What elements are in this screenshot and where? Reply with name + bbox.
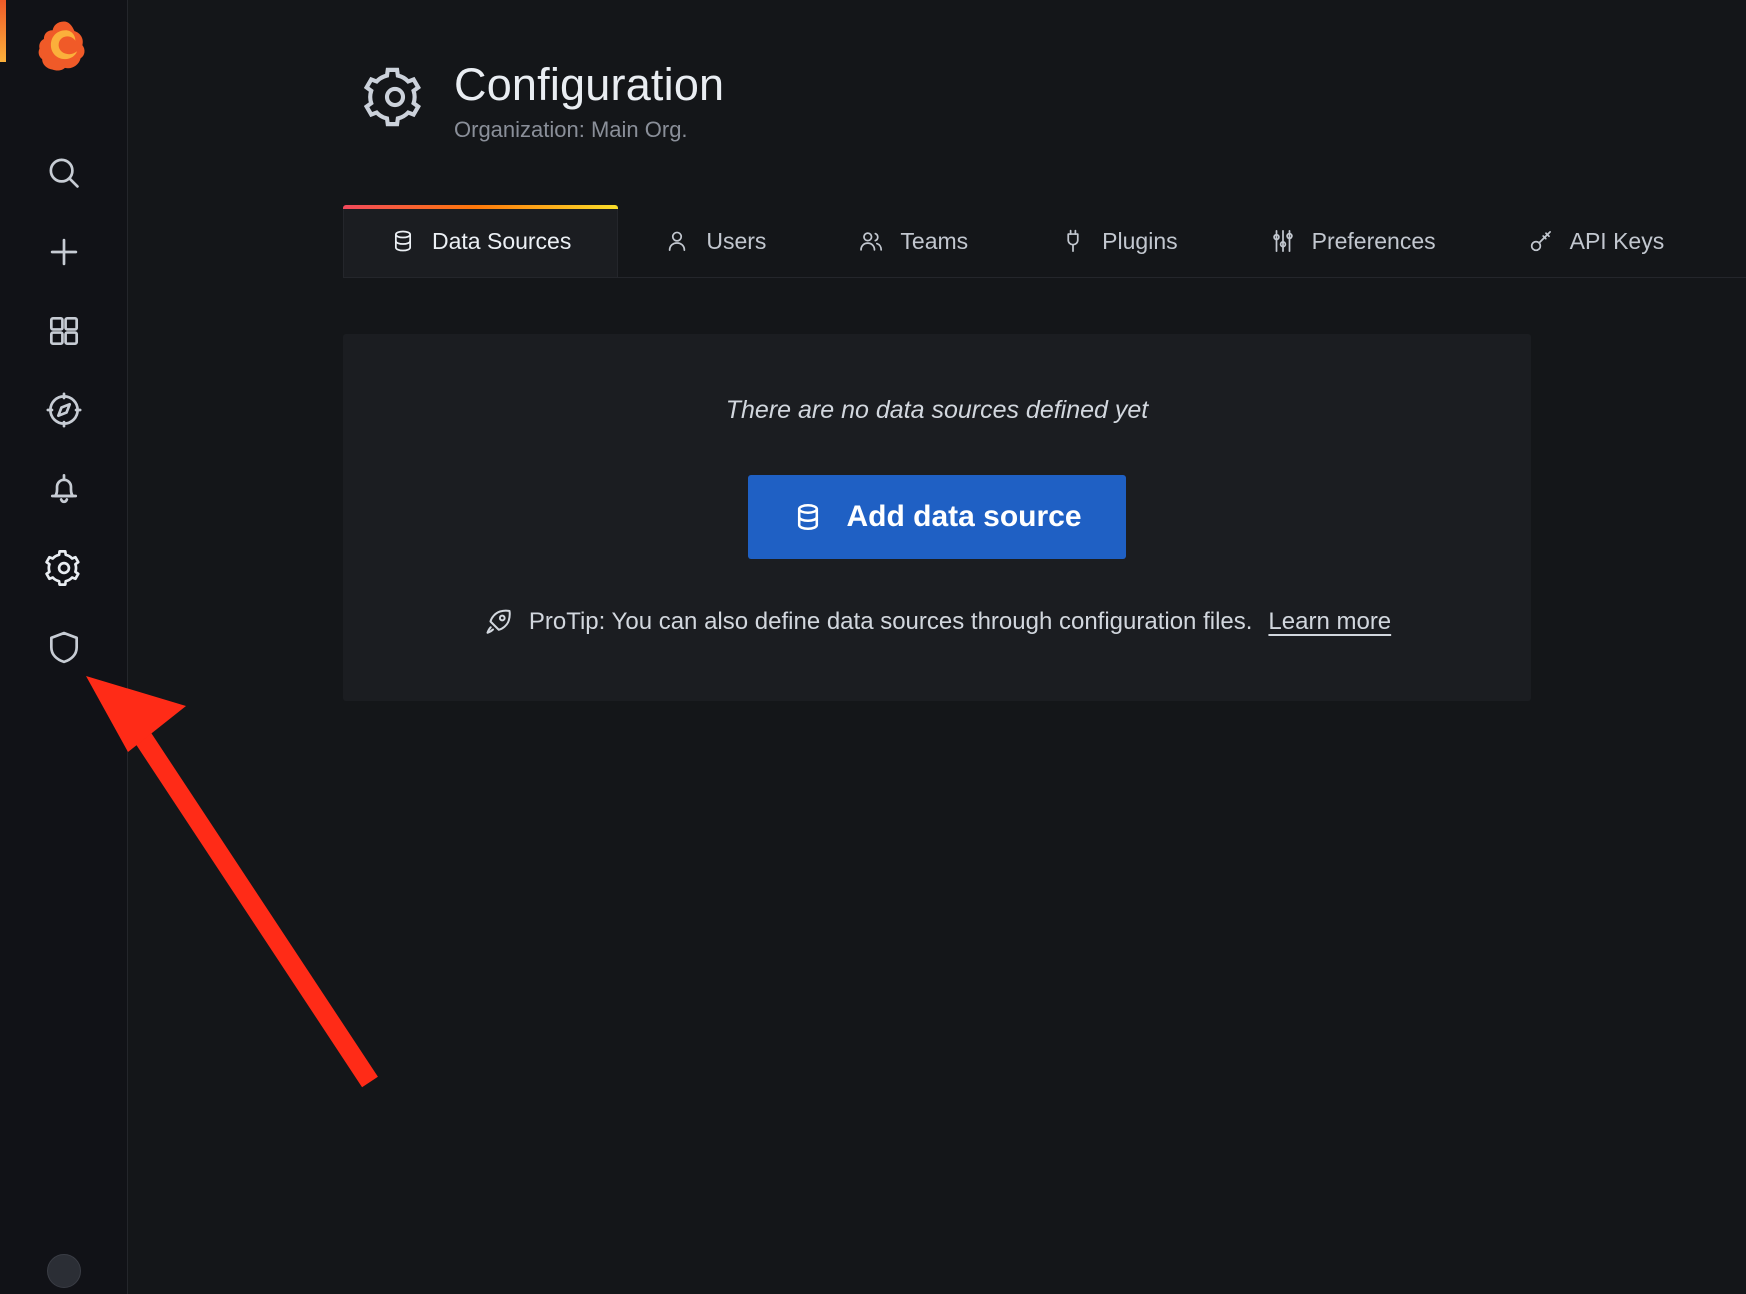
page-subtitle: Organization: Main Org.	[454, 117, 688, 143]
sidebar-item-search[interactable]	[0, 154, 128, 192]
dashboards-grid-icon	[45, 312, 83, 350]
key-icon	[1528, 228, 1554, 254]
user-icon	[664, 228, 690, 254]
data-sources-empty-panel: There are no data sources defined yet Ad…	[343, 334, 1531, 701]
sliders-icon	[1270, 228, 1296, 254]
rocket-icon	[483, 607, 513, 637]
sidebar-profile[interactable]	[0, 1254, 128, 1288]
tab-preferences[interactable]: Preferences	[1224, 205, 1482, 277]
add-data-source-button[interactable]: Add data source	[748, 475, 1126, 559]
page-header: Configuration Organization: Main Org.	[128, 0, 1746, 206]
tab-label: Data Sources	[432, 227, 572, 254]
tab-label: Plugins	[1102, 227, 1178, 254]
shield-icon	[45, 628, 83, 666]
bell-icon	[45, 470, 83, 508]
sidebar-accent-bar	[0, 0, 6, 62]
plug-icon	[1060, 228, 1086, 254]
sidebar-item-configuration[interactable]	[0, 549, 128, 587]
tab-teams[interactable]: Teams	[812, 205, 1014, 277]
sidebar-nav-items	[0, 154, 127, 666]
grafana-logo-button[interactable]	[0, 0, 128, 92]
add-data-source-label: Add data source	[846, 500, 1082, 533]
tab-data-sources[interactable]: Data Sources	[343, 205, 619, 277]
tab-plugins[interactable]: Plugins	[1014, 205, 1223, 277]
grafana-logo-icon	[36, 18, 92, 74]
tab-users[interactable]: Users	[618, 205, 812, 277]
tab-label: Teams	[900, 227, 969, 254]
protip-row: ProTip: You can also define data sources…	[383, 607, 1491, 637]
page-header-text: Configuration Organization: Main Org.	[454, 58, 724, 143]
tab-label: API Keys	[1569, 227, 1665, 254]
avatar[interactable]	[47, 1254, 81, 1288]
sidebar-item-server-admin[interactable]	[0, 628, 128, 666]
users-icon	[858, 228, 884, 254]
tab-label: Users	[706, 227, 767, 254]
empty-state-message: There are no data sources defined yet	[725, 396, 1149, 424]
sidebar-item-create[interactable]	[0, 233, 128, 271]
page-title: Configuration	[454, 59, 725, 110]
sidebar-item-dashboards[interactable]	[0, 312, 128, 350]
main-content-area: Configuration Organization: Main Org. Da…	[128, 0, 1746, 1294]
database-icon	[792, 501, 824, 533]
compass-icon	[45, 391, 83, 429]
sidebar-item-alerting[interactable]	[0, 470, 128, 508]
tab-content: There are no data sources defined yet Ad…	[128, 278, 1746, 701]
search-icon	[45, 154, 83, 192]
config-tabbar: Data Sources Users Teams Plugins Prefere…	[343, 205, 1746, 278]
tab-api-keys[interactable]: API Keys	[1482, 205, 1711, 277]
plus-icon	[45, 233, 83, 271]
grafana-app-window: Configuration Organization: Main Org. Da…	[0, 0, 1746, 1294]
gear-icon	[364, 58, 426, 128]
protip-text: ProTip: You can also define data sources…	[528, 608, 1253, 635]
learn-more-link[interactable]: Learn more	[1268, 608, 1391, 636]
sidebar-item-explore[interactable]	[0, 391, 128, 429]
database-icon	[390, 228, 416, 254]
gear-icon	[44, 549, 83, 587]
main-sidebar	[0, 0, 128, 1294]
tab-label: Preferences	[1311, 227, 1436, 254]
